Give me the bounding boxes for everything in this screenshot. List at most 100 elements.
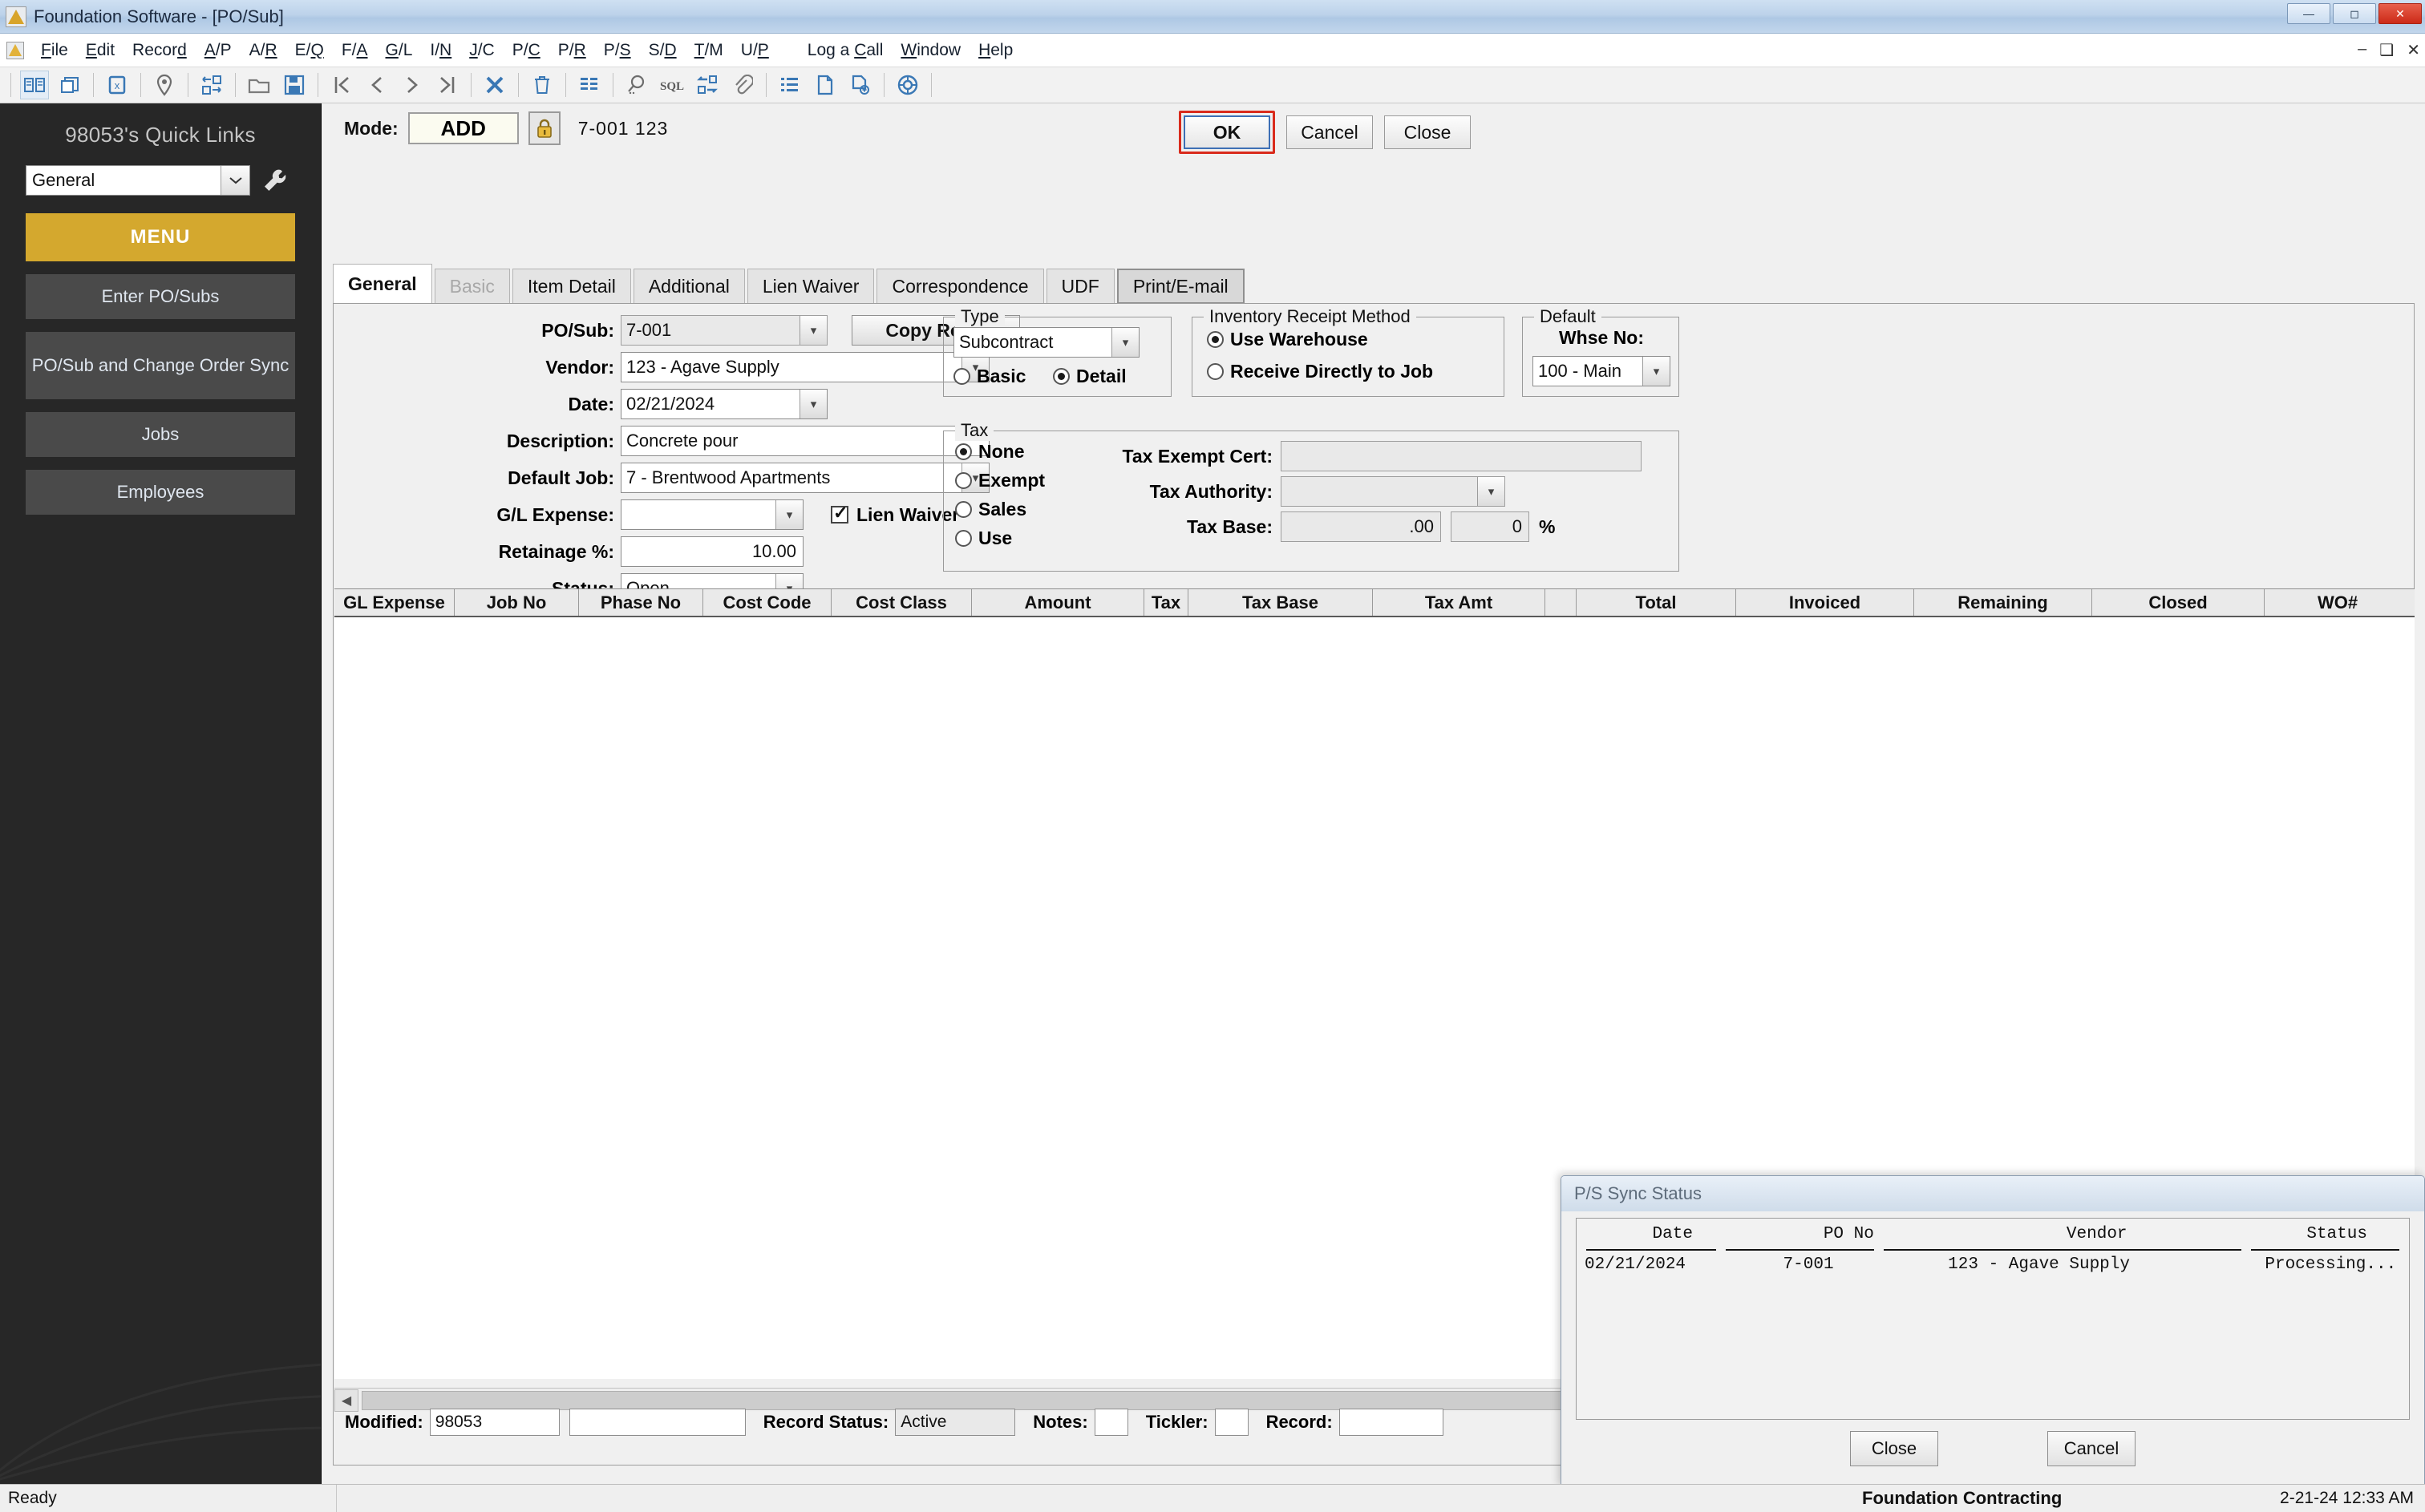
grid-col-tax[interactable]: Tax (1144, 589, 1188, 616)
add-document-icon[interactable] (846, 71, 875, 99)
tab-additional[interactable]: Additional (633, 269, 745, 304)
maximize-icon[interactable]: ◻ (2333, 3, 2376, 24)
menu-item-window[interactable]: Window (892, 39, 970, 62)
tax-base-percent-input[interactable]: 0 (1451, 511, 1529, 542)
scrollbar-thumb[interactable] (362, 1390, 1565, 1410)
location-pin-icon[interactable] (150, 71, 179, 99)
record-input[interactable] (1338, 1409, 1443, 1436)
chevron-down-icon[interactable]: ▾ (775, 500, 803, 529)
receive-directly-to-job-radio[interactable]: Receive Directly to Job (1207, 361, 1433, 382)
sidebar-item-posub-change-order-sync[interactable]: PO/Sub and Change Order Sync (26, 332, 295, 399)
menu-item-ap[interactable]: A/P (196, 39, 241, 62)
tickler-input[interactable] (1214, 1409, 1249, 1436)
transfer-icon[interactable] (197, 71, 226, 99)
tax-use-radio[interactable]: Use (955, 528, 1012, 549)
type-detail-radio[interactable]: Detail (1053, 366, 1127, 387)
description-input[interactable]: Concrete pour (621, 426, 990, 456)
minimize-icon[interactable]: — (2287, 3, 2330, 24)
menu-item-eq[interactable]: E/Q (286, 39, 333, 62)
type-basic-radio[interactable]: Basic (953, 366, 1026, 387)
bullet-list-icon[interactable] (775, 71, 804, 99)
menu-item-pc[interactable]: P/C (504, 39, 549, 62)
tab-item-detail[interactable]: Item Detail (512, 269, 631, 304)
menu-item-in[interactable]: I/N (421, 39, 460, 62)
menu-item-log-a-call[interactable]: Log a Call (799, 39, 893, 62)
chevron-down-icon[interactable]: ▾ (800, 316, 827, 345)
default-job-input[interactable]: 7 - Brentwood Apartments ▾ (621, 463, 990, 493)
menu-item-ar[interactable]: A/R (241, 39, 286, 62)
chevron-down-icon[interactable]: ▾ (1111, 328, 1139, 357)
grid-col-tax-base[interactable]: Tax Base (1188, 589, 1373, 616)
tab-print-email[interactable]: Print/E-mail (1116, 269, 1245, 304)
menu-item-help[interactable]: Help (970, 39, 1022, 62)
menu-item-fa[interactable]: F/A (333, 39, 377, 62)
vendor-input[interactable]: 123 - Agave Supply ▾ (621, 352, 990, 382)
grid-col-job-no[interactable]: Job No (455, 589, 579, 616)
tax-base-input[interactable]: .00 (1281, 511, 1441, 542)
mdi-minimize-icon[interactable]: – (2358, 40, 2366, 60)
tax-exempt-cert-input[interactable] (1281, 441, 1642, 471)
grid-col-wo-number[interactable]: WO# (2265, 589, 2411, 616)
menu-item-sd[interactable]: S/D (640, 39, 686, 62)
type-select[interactable]: Subcontract ▾ (953, 327, 1140, 358)
previous-record-icon[interactable] (362, 71, 391, 99)
menu-item-file[interactable]: File (32, 39, 77, 62)
menu-button[interactable]: MENU (26, 213, 295, 261)
chevron-down-icon[interactable]: ▾ (1642, 357, 1670, 386)
grid-col-cost-class[interactable]: Cost Class (832, 589, 972, 616)
chevron-down-icon[interactable]: ▾ (1477, 477, 1504, 506)
tab-general[interactable]: General (333, 264, 432, 304)
grid-col-closed[interactable]: Closed (2092, 589, 2265, 616)
posub-input[interactable]: 7-001 ▾ (621, 315, 828, 346)
grid-col-gl-expense[interactable]: GL Expense (334, 589, 455, 616)
attachment-icon[interactable] (728, 71, 757, 99)
close-button[interactable]: Close (1384, 115, 1471, 149)
grid-col-amount[interactable]: Amount (972, 589, 1144, 616)
grid-col-tax-amt[interactable]: Tax Amt (1373, 589, 1545, 616)
tax-exempt-radio[interactable]: Exempt (955, 470, 1045, 491)
sidebar-item-jobs[interactable]: Jobs (26, 412, 295, 457)
new-document-icon[interactable] (811, 71, 840, 99)
wrench-icon[interactable] (261, 167, 289, 194)
tax-none-radio[interactable]: None (955, 441, 1025, 463)
ok-button[interactable]: OK (1184, 115, 1270, 149)
search-icon[interactable] (622, 71, 651, 99)
cancel-x-icon[interactable] (480, 71, 509, 99)
tab-correspondence[interactable]: Correspondence (876, 269, 1044, 304)
chevron-down-icon[interactable] (221, 166, 249, 195)
grid-col-cost-code[interactable]: Cost Code (703, 589, 832, 616)
close-window-icon[interactable]: x (103, 71, 132, 99)
lien-waiver-checkbox[interactable]: Lien Waiver (831, 503, 959, 526)
new-folder-icon[interactable] (245, 71, 273, 99)
modified-input[interactable]: 98053 (429, 1409, 560, 1436)
menu-item-edit[interactable]: Edit (77, 39, 123, 62)
menu-item-tm[interactable]: T/M (686, 39, 732, 62)
whse-no-input[interactable]: 100 - Main ▾ (1532, 356, 1670, 386)
open-book-icon[interactable] (20, 71, 49, 99)
sql-icon[interactable]: SQL (658, 71, 686, 99)
notes-input[interactable] (1094, 1409, 1128, 1436)
tab-lien-waiver[interactable]: Lien Waiver (747, 269, 875, 304)
table-row[interactable]: 02/21/2024 7-001 123 - Agave Supply Proc… (1577, 1251, 2409, 1278)
menu-item-up[interactable]: U/P (732, 39, 778, 62)
menu-item-gl[interactable]: G/L (377, 39, 422, 62)
date-input[interactable]: 02/21/2024 ▾ (621, 389, 828, 419)
last-record-icon[interactable] (433, 71, 462, 99)
tax-sales-radio[interactable]: Sales (955, 499, 1026, 520)
copy-window-icon[interactable] (55, 71, 84, 99)
lock-icon[interactable] (528, 111, 561, 145)
tab-udf[interactable]: UDF (1046, 269, 1115, 304)
modified-extra-input[interactable] (569, 1409, 746, 1436)
grid-col-remaining[interactable]: Remaining (1914, 589, 2092, 616)
menu-item-ps[interactable]: P/S (595, 39, 640, 62)
cancel-button[interactable]: Cancel (1286, 115, 1373, 149)
chevron-down-icon[interactable]: ▾ (800, 390, 827, 418)
lifering-help-icon[interactable] (893, 71, 922, 99)
close-icon[interactable]: ✕ (2378, 3, 2422, 24)
grid-col-invoiced[interactable]: Invoiced (1736, 589, 1914, 616)
mdi-restore-icon[interactable]: ❑ (2379, 40, 2394, 60)
delete-trash-icon[interactable] (528, 71, 557, 99)
gl-expense-input[interactable]: ▾ (621, 499, 804, 530)
menu-item-pr[interactable]: P/R (549, 39, 595, 62)
grid-col-total[interactable]: Total (1576, 589, 1736, 616)
